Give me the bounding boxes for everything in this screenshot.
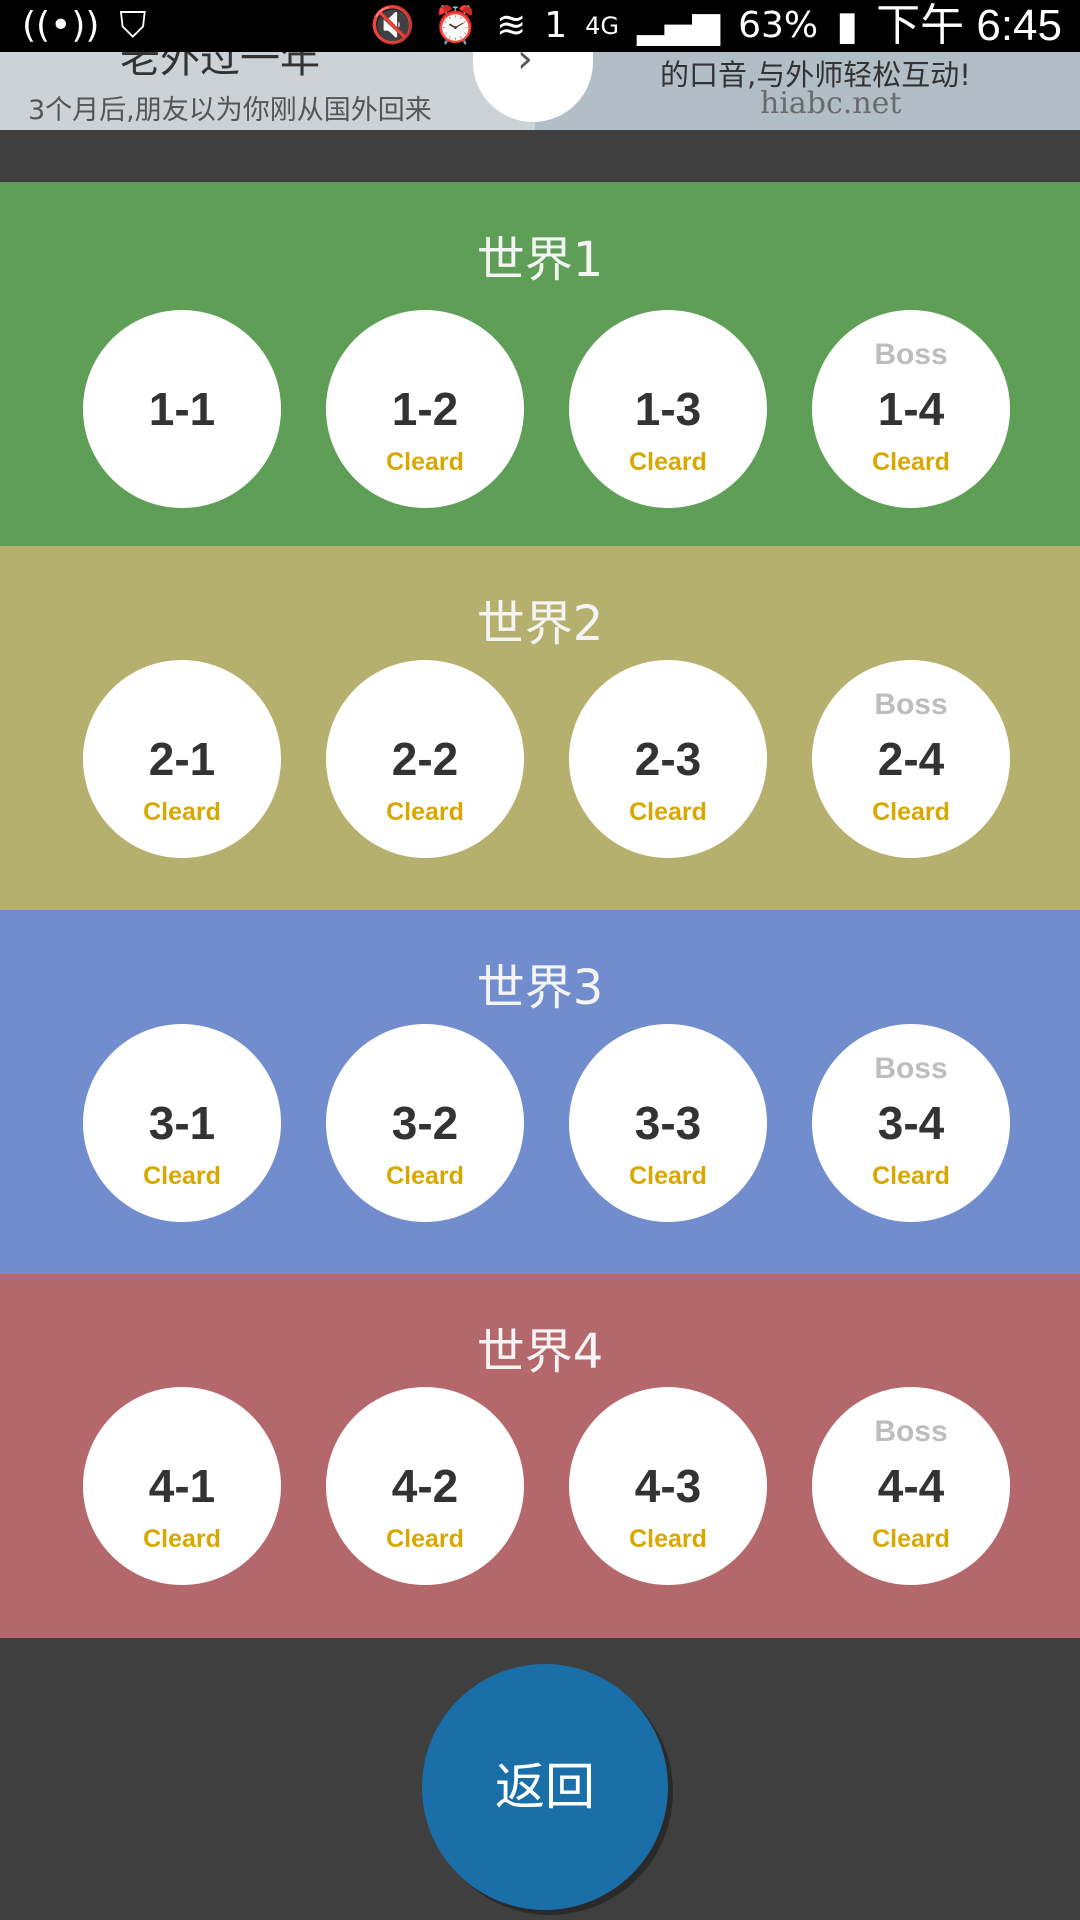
level-status: Cleard <box>872 1162 950 1190</box>
level-button-2-2[interactable]: 2-2 Cleard <box>326 660 524 858</box>
level-code: 2-4 <box>877 733 945 785</box>
ad-url: hiabc.net <box>760 86 902 121</box>
ad-title: 老外过一年 <box>120 52 320 82</box>
level-status: Cleard <box>143 1162 221 1190</box>
back-button[interactable]: 返回 <box>422 1664 668 1910</box>
level-code: 3-3 <box>634 1097 702 1149</box>
level-status: Cleard <box>872 448 950 476</box>
level-status: Cleard <box>386 1162 464 1190</box>
level-code: 3-4 <box>877 1097 945 1149</box>
level-button-4-1[interactable]: 4-1 Cleard <box>83 1387 281 1585</box>
clock: 下午 6:45 <box>876 1 1062 50</box>
level-status: Cleard <box>143 798 221 826</box>
battery-icon: ▮ <box>836 3 859 49</box>
status-bar: ((•)) ⛉ 🔇 ⏰ ≋ 1 4G ▂▄▆ 63% ▮ 下午 6:45 <box>0 0 1080 52</box>
ad-banner[interactable]: 老外过一年 3个月后,朋友以为你刚从国外回来 的口音,与外师轻松互动! hiab… <box>0 52 1080 130</box>
alarm-icon: ⏰ <box>433 5 479 46</box>
broadcast-icon: ((•)) <box>22 5 100 46</box>
shield-check-icon: ⛉ <box>119 5 147 46</box>
level-status: Cleard <box>872 798 950 826</box>
world-title: 世界3 <box>476 960 604 1016</box>
world-title: 世界1 <box>476 232 604 288</box>
wifi-icon: ≋ <box>496 5 527 46</box>
status-left-icons: ((•)) ⛉ <box>22 4 146 48</box>
level-button-1-3[interactable]: 1-3 Cleard <box>569 310 767 508</box>
level-code: 4-4 <box>877 1460 945 1512</box>
level-code: 1-1 <box>148 383 216 435</box>
level-status: Cleard <box>386 798 464 826</box>
boss-label: Boss <box>874 1415 948 1448</box>
level-code: 4-1 <box>148 1460 216 1512</box>
status-right-icons: 🔇 ⏰ ≋ 1 4G ▂▄▆ 63% ▮ 下午 6:45 <box>370 0 1062 52</box>
level-status: Cleard <box>629 1525 707 1553</box>
world-section-4: 世界4 4-1 Cleard 4-2 Cleard 4-3 Cleard Bos… <box>0 1274 1080 1638</box>
level-code: 2-1 <box>148 733 216 785</box>
level-code: 2-2 <box>391 733 459 785</box>
level-status: Cleard <box>386 1525 464 1553</box>
level-code: 1-4 <box>877 383 945 435</box>
boss-label: Boss <box>874 688 948 721</box>
world-title: 世界4 <box>476 1324 604 1380</box>
level-status: Cleard <box>629 1162 707 1190</box>
world-section-3: 世界3 3-1 Cleard 3-2 Cleard 3-3 Cleard Bos… <box>0 910 1080 1274</box>
level-code: 4-2 <box>391 1460 459 1512</box>
level-status: Cleard <box>386 448 464 476</box>
level-button-4-3[interactable]: 4-3 Cleard <box>569 1387 767 1585</box>
level-status: Cleard <box>143 1525 221 1553</box>
ad-right-panel[interactable]: 的口音,与外师轻松互动! hiabc.net <box>535 52 1080 130</box>
mute-icon: 🔇 <box>370 5 416 46</box>
world-section-2: 世界2 2-1 Cleard 2-2 Cleard 2-3 Cleard Bos… <box>0 546 1080 910</box>
level-code: 4-3 <box>634 1460 702 1512</box>
world-section-1: 世界1 1-1 1-2 Cleard 1-3 Cleard Boss 1-4 C… <box>0 182 1080 546</box>
ad-left-panel[interactable]: 老外过一年 3个月后,朋友以为你刚从国外回来 <box>0 52 535 130</box>
level-button-1-4[interactable]: Boss 1-4 Cleard <box>812 310 1010 508</box>
level-button-2-4[interactable]: Boss 2-4 Cleard <box>812 660 1010 858</box>
level-status: Cleard <box>629 798 707 826</box>
signal-icon: ▂▄▆ <box>637 5 721 46</box>
level-code: 3-2 <box>391 1097 459 1149</box>
chevron-right-icon: › <box>517 52 533 82</box>
level-button-1-2[interactable]: 1-2 Cleard <box>326 310 524 508</box>
level-button-3-1[interactable]: 3-1 Cleard <box>83 1024 281 1222</box>
level-button-2-1[interactable]: 2-1 Cleard <box>83 660 281 858</box>
level-button-4-4[interactable]: Boss 4-4 Cleard <box>812 1387 1010 1585</box>
level-code: 3-1 <box>148 1097 216 1149</box>
level-button-3-4[interactable]: Boss 3-4 Cleard <box>812 1024 1010 1222</box>
level-button-4-2[interactable]: 4-2 Cleard <box>326 1387 524 1585</box>
level-status: Cleard <box>629 448 707 476</box>
ad-subtitle: 3个月后,朋友以为你刚从国外回来 <box>28 95 432 126</box>
level-status: Cleard <box>872 1525 950 1553</box>
level-button-3-3[interactable]: 3-3 Cleard <box>569 1024 767 1222</box>
level-button-1-1[interactable]: 1-1 <box>83 310 281 508</box>
level-code: 1-2 <box>391 383 459 435</box>
level-button-2-3[interactable]: 2-3 Cleard <box>569 660 767 858</box>
boss-label: Boss <box>874 1052 948 1085</box>
network-4g-icon: 4G <box>585 12 620 40</box>
level-code: 2-3 <box>634 733 702 785</box>
sim-1-icon: 1 <box>544 5 568 46</box>
boss-label: Boss <box>874 338 948 371</box>
level-code: 1-3 <box>634 383 702 435</box>
level-button-3-2[interactable]: 3-2 Cleard <box>326 1024 524 1222</box>
world-title: 世界2 <box>476 596 604 652</box>
battery-percent: 63% <box>738 5 819 46</box>
